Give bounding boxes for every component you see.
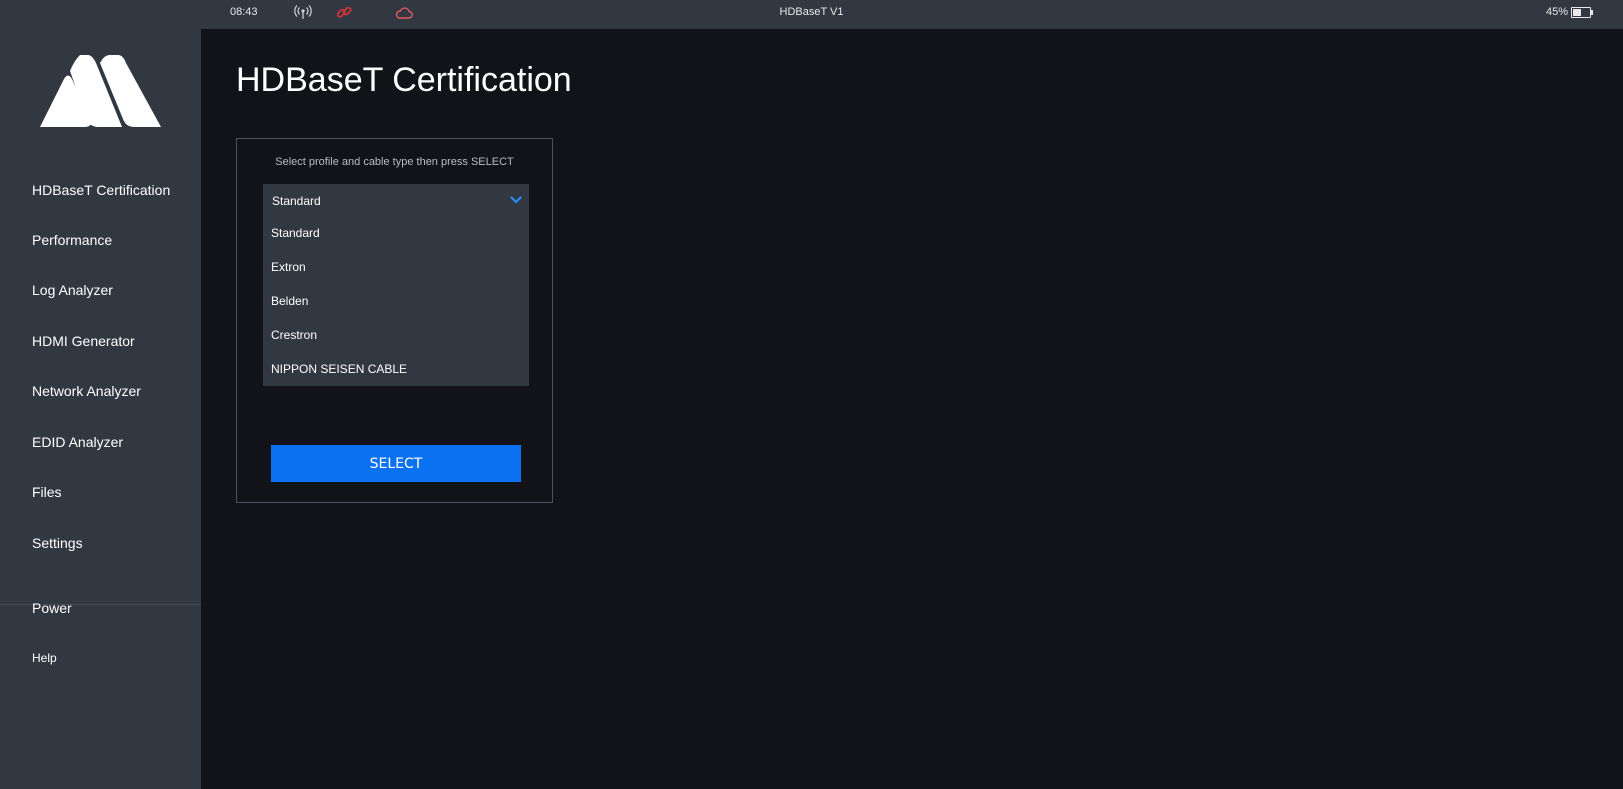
dropdown-option-crestron[interactable]: Crestron [263, 318, 529, 352]
dropdown-options-list: Standard Extron Belden Crestron NIPPON S… [263, 216, 529, 386]
sidebar-item-performance[interactable]: Performance [32, 232, 112, 248]
battery-percentage: 45% [1546, 6, 1569, 18]
sidebar-item-files[interactable]: Files [32, 484, 62, 500]
battery-level [1573, 9, 1582, 16]
sidebar-item-edid-analyzer[interactable]: EDID Analyzer [32, 434, 123, 450]
sidebar-item-hdmi-generator[interactable]: HDMI Generator [32, 333, 135, 349]
sidebar-item-help[interactable]: Help [32, 651, 57, 665]
brand-logo-icon [38, 55, 163, 135]
sidebar-divider [0, 604, 201, 605]
page-title: HDBaseT Certification [236, 61, 572, 99]
dropdown-option-standard[interactable]: Standard [263, 216, 529, 250]
device-title: HDBaseT V1 [779, 6, 844, 18]
sidebar-item-log-analyzer[interactable]: Log Analyzer [32, 282, 113, 298]
sidebar-item-network-analyzer[interactable]: Network Analyzer [32, 383, 141, 399]
dropdown-option-extron[interactable]: Extron [263, 250, 529, 284]
sidebar-item-power[interactable]: Power [32, 600, 72, 616]
sidebar: HDBaseT Certification Performance Log An… [0, 29, 201, 789]
chevron-down-icon [510, 193, 522, 205]
dropdown-option-nippon-seisen-cable[interactable]: NIPPON SEISEN CABLE [263, 352, 529, 386]
sidebar-item-hdbaset-certification[interactable]: HDBaseT Certification [32, 182, 170, 198]
battery-tip [1591, 10, 1593, 15]
main-content: HDBaseT Certification Select profile and… [201, 29, 1623, 789]
battery-icon [1571, 7, 1591, 18]
dropdown-option-belden[interactable]: Belden [263, 284, 529, 318]
select-button[interactable]: SELECT [271, 445, 521, 482]
status-bar: 08:43 HDBaseT V1 45% [0, 0, 1623, 29]
cable-profile-dropdown[interactable]: Standard [263, 184, 529, 216]
sidebar-item-settings[interactable]: Settings [32, 535, 83, 551]
instructions-text: Select profile and cable type then press… [275, 156, 514, 168]
dropdown-selected-value: Standard [272, 194, 321, 208]
profile-selection-panel: Select profile and cable type then press… [236, 138, 553, 503]
